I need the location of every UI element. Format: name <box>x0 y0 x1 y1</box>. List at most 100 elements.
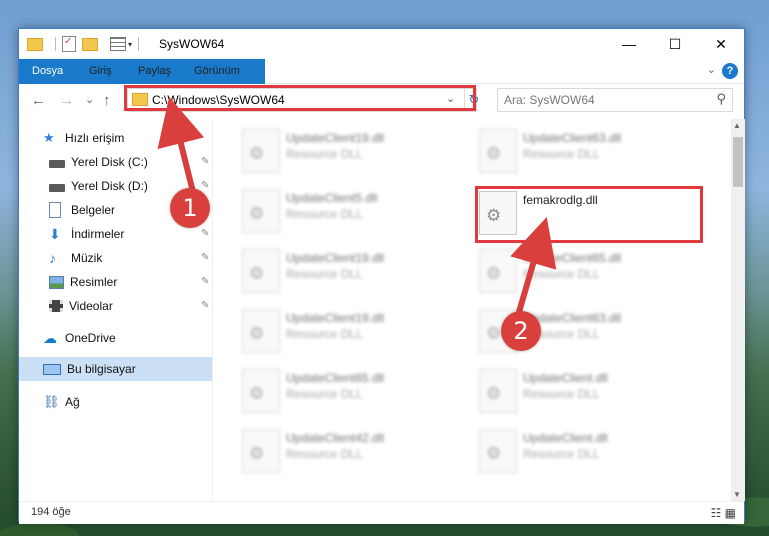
ribbon-tabs: Dosya Giriş Paylaş Görünüm ⌄ ? <box>19 59 744 113</box>
file-name: UpdateClient65.dll <box>523 251 622 265</box>
scroll-up-icon[interactable]: ▲ <box>733 121 741 130</box>
file-name: UpdateClient.dll <box>523 371 608 385</box>
customize-toolbar-icon[interactable] <box>110 37 126 51</box>
file-item[interactable]: UpdateClient5.dll Resource DLL <box>242 185 462 239</box>
cloud-icon: ☁ <box>43 330 57 346</box>
vertical-scrollbar[interactable]: ▲ ▼ <box>731 119 745 501</box>
drive-icon <box>49 159 65 168</box>
file-type: Resource DLL <box>523 147 600 161</box>
file-list: UpdateClient19.dll Resource DLL UpdateCl… <box>224 119 730 501</box>
pictures-icon <box>49 276 64 289</box>
sidebar-item-label: İndirmeler <box>71 227 125 241</box>
dll-file-icon <box>479 249 517 293</box>
sidebar-item-label: Belgeler <box>71 203 116 217</box>
sidebar-item-quick-access[interactable]: ★ Hızlı erişim <box>43 127 124 149</box>
scroll-down-icon[interactable]: ▼ <box>733 490 741 499</box>
recent-locations-button[interactable]: ⌄ <box>85 93 94 106</box>
navigation-bar: ← → ⌄ ↑ C:\Windows\SysWOW64 ⌄ ↻ Ara: Sys… <box>19 84 744 118</box>
dll-file-icon <box>479 429 517 473</box>
up-button[interactable]: ↑ <box>103 92 111 109</box>
ribbon-expand-icon[interactable]: ⌄ <box>707 63 716 76</box>
file-item[interactable]: UpdateClient65.dll Resource DLL <box>479 245 699 299</box>
file-type: Resource DLL <box>286 207 363 221</box>
help-icon[interactable]: ? <box>722 63 738 79</box>
status-bar: 194 öğe ☷ ▦ <box>19 501 744 524</box>
file-item[interactable]: UpdateClient.dll Resource DLL <box>479 425 699 479</box>
search-icon[interactable]: ⚲ <box>716 91 726 107</box>
file-type: Resource DLL <box>286 447 363 461</box>
computer-icon <box>43 364 61 375</box>
star-icon: ★ <box>43 130 55 145</box>
file-name: UpdateClient19.dll <box>286 251 385 265</box>
file-item[interactable]: UpdateClient.dll Resource DLL <box>479 365 699 419</box>
callout-badge-1: 1 <box>170 188 210 228</box>
window-title: SysWOW64 <box>159 37 225 51</box>
explorer-window: ▾ SysWOW64 — ☐ ✕ Dosya Giriş Paylaş Görü… <box>18 28 745 524</box>
sidebar-item-label: Videolar <box>69 299 113 313</box>
callout-badge-2: 2 <box>501 311 541 351</box>
download-icon: ⬇ <box>49 226 61 242</box>
quick-access-toolbar: ▾ <box>27 36 145 52</box>
file-item[interactable]: UpdateClient19.dll Resource DLL <box>242 305 462 359</box>
file-type: Resource DLL <box>286 387 363 401</box>
navigation-pane: ★ Hızlı erişim Yerel Disk (C:) ✎ Yerel D… <box>19 119 212 501</box>
file-item[interactable]: UpdateClient42.dll Resource DLL <box>242 425 462 479</box>
title-bar: ▾ SysWOW64 — ☐ ✕ <box>19 29 744 59</box>
pin-icon[interactable]: ✎ <box>201 271 209 293</box>
network-icon: ⛓ <box>43 394 60 409</box>
file-name: UpdateClient19.dll <box>286 311 385 325</box>
drive-icon <box>49 183 65 192</box>
search-input[interactable]: Ara: SysWOW64 <box>504 93 595 107</box>
view-toggle-icons[interactable]: ☷ ▦ <box>711 506 736 520</box>
folder-icon <box>27 37 43 51</box>
file-type: Resource DLL <box>523 387 600 401</box>
file-name: UpdateClient63.dll <box>523 131 622 145</box>
sidebar-item-onedrive[interactable]: ☁ OneDrive <box>43 327 116 349</box>
sidebar-item-label: Yerel Disk (C:) <box>71 155 148 169</box>
file-type: Resource DLL <box>523 447 600 461</box>
tab-share[interactable]: Paylaş <box>128 59 181 83</box>
minimize-button[interactable]: — <box>606 29 652 59</box>
file-type: Resource DLL <box>286 267 363 281</box>
forward-button[interactable]: → <box>59 92 74 109</box>
sidebar-item-network[interactable]: ⛓ Ağ <box>43 391 80 413</box>
file-type: Resource DLL <box>286 327 363 341</box>
sidebar-item-label: Ağ <box>65 395 80 409</box>
pin-icon[interactable]: ✎ <box>201 295 209 317</box>
sidebar-item-pictures[interactable]: Resimler ✎ <box>49 271 209 293</box>
file-item[interactable]: UpdateClient19.dll Resource DLL <box>242 245 462 299</box>
file-type: Resource DLL <box>523 267 600 281</box>
pin-icon[interactable]: ✎ <box>201 247 209 269</box>
dll-file-icon <box>242 429 280 473</box>
video-icon <box>49 300 63 312</box>
pin-icon[interactable]: ✎ <box>201 223 209 245</box>
tab-home[interactable]: Giriş <box>79 59 122 83</box>
search-box[interactable]: Ara: SysWOW64 ⚲ <box>497 88 733 112</box>
music-icon: ♪ <box>49 250 56 266</box>
close-button[interactable]: ✕ <box>698 29 744 59</box>
sidebar-item-label: Resimler <box>70 275 118 289</box>
file-name: UpdateClient19.dll <box>286 131 385 145</box>
file-name: UpdateClient42.dll <box>286 431 385 445</box>
dll-file-icon <box>242 189 280 233</box>
sidebar-item-disk-c[interactable]: Yerel Disk (C:) ✎ <box>49 151 209 173</box>
divider <box>55 37 56 51</box>
file-item[interactable]: UpdateClient63.dll Resource DLL <box>479 125 699 179</box>
back-button[interactable]: ← <box>31 92 46 109</box>
properties-icon[interactable] <box>62 36 76 52</box>
file-name: UpdateClient5.dll <box>286 191 378 205</box>
file-item[interactable]: UpdateClient19.dll Resource DLL <box>242 125 462 179</box>
sidebar-item-music[interactable]: ♪ Müzik ✎ <box>49 247 209 269</box>
sidebar-item-videos[interactable]: Videolar ✎ <box>49 295 209 317</box>
pane-divider[interactable] <box>212 119 213 501</box>
new-folder-icon[interactable] <box>82 37 98 51</box>
pin-icon[interactable]: ✎ <box>201 151 209 173</box>
address-highlight-box <box>124 85 476 111</box>
maximize-button[interactable]: ☐ <box>652 29 698 59</box>
chevron-down-icon[interactable]: ▾ <box>128 40 132 49</box>
sidebar-item-this-pc[interactable]: Bu bilgisayar <box>43 358 136 380</box>
file-item[interactable]: UpdateClient65.dll Resource DLL <box>242 365 462 419</box>
dll-file-icon <box>479 369 517 413</box>
tab-view[interactable]: Görünüm <box>184 59 250 83</box>
scrollbar-thumb[interactable] <box>733 137 743 187</box>
